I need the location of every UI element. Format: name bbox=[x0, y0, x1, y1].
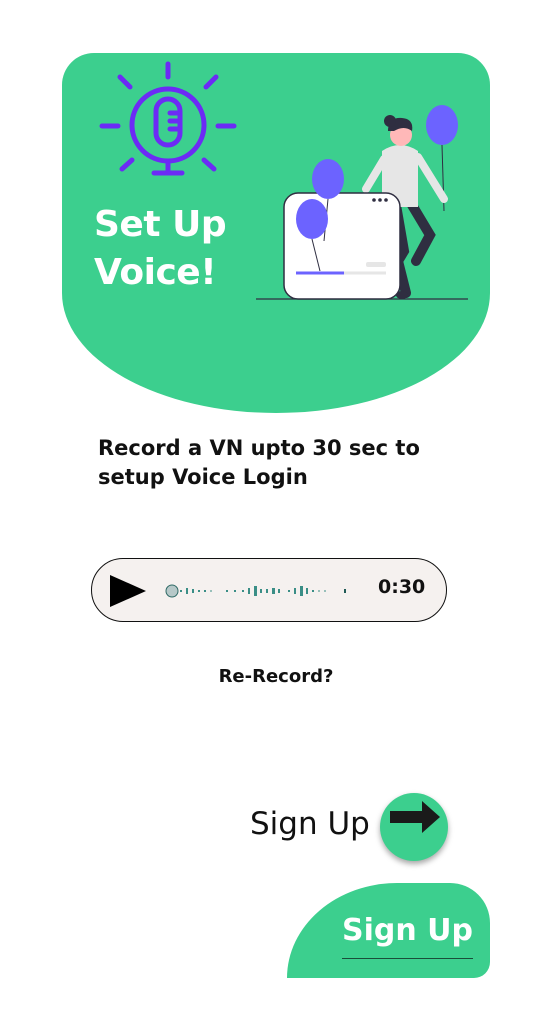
page-title-line1: Set Up bbox=[94, 204, 227, 245]
hero-banner: Set Up Voice! bbox=[62, 53, 490, 413]
play-icon[interactable] bbox=[108, 573, 148, 609]
signup-arrow-button[interactable] bbox=[380, 793, 448, 861]
instruction-line2: setup Voice Login bbox=[98, 465, 308, 489]
woman-with-balloons-illustration bbox=[256, 105, 468, 300]
duration-label: 0:30 bbox=[378, 576, 426, 598]
audio-waveform[interactable] bbox=[162, 579, 358, 603]
page-title-line2: Voice! bbox=[94, 252, 217, 293]
signup-row: Sign Up bbox=[250, 793, 460, 865]
page-title: Set Up Voice! bbox=[94, 201, 274, 297]
arrow-right-icon bbox=[390, 801, 440, 833]
microphone-icon bbox=[99, 61, 237, 176]
signup-button[interactable]: Sign Up bbox=[287, 883, 490, 978]
instruction-text: Record a VN upto 30 sec to setup Voice L… bbox=[98, 434, 458, 492]
instruction-line1: Record a VN upto 30 sec to bbox=[98, 436, 420, 460]
signup-label[interactable]: Sign Up bbox=[250, 806, 370, 842]
signup-button-label: Sign Up bbox=[342, 913, 474, 959]
voice-note-player: 0:30 bbox=[91, 558, 447, 622]
re-record-link[interactable]: Re-Record? bbox=[0, 666, 552, 687]
